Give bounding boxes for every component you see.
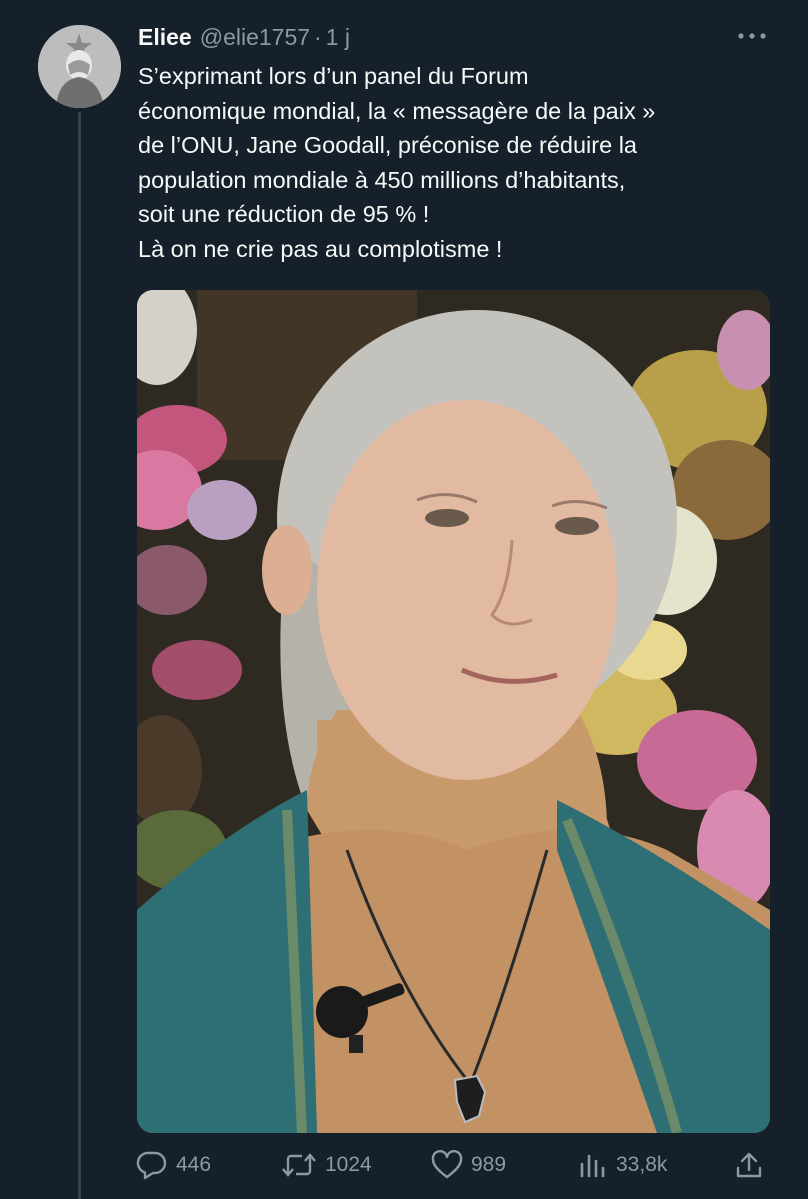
thread-connector-line (78, 112, 81, 1199)
share-button[interactable] (734, 1145, 764, 1185)
views-count: 33,8k (616, 1153, 668, 1176)
tweet-text: S’exprimant lors d’un panel du Forum éco… (138, 59, 778, 266)
retweet-icon (281, 1150, 317, 1180)
views-button[interactable]: 33,8k (578, 1145, 667, 1185)
retweet-button[interactable]: 1024 (281, 1145, 372, 1185)
tweet-text-line: Là on ne crie pas au complotisme ! (138, 235, 503, 262)
tweet-header: Eliee @elie1757 · 1 j (138, 20, 738, 54)
author-name[interactable]: Eliee (138, 24, 192, 51)
tweet-text-line: population mondiale à 450 millions d’hab… (138, 166, 626, 193)
reply-count: 446 (176, 1153, 212, 1176)
views-bar-chart-icon (578, 1150, 608, 1180)
tweet-text-line: de l’ONU, Jane Goodall, préconise de réd… (138, 132, 637, 158)
tweet-actions-bar: 446 1024 989 33,8k (136, 1145, 776, 1185)
reply-button[interactable]: 446 (136, 1145, 211, 1185)
avatar[interactable] (38, 25, 121, 108)
reply-bubble-icon (136, 1150, 168, 1180)
tweet-photo[interactable] (137, 290, 770, 1133)
dot-separator: · (314, 23, 322, 50)
author-handle[interactable]: @elie1757 (200, 24, 310, 51)
heart-icon (431, 1150, 463, 1180)
retweet-count: 1024 (325, 1153, 372, 1176)
tweet-text-line: S’exprimant lors d’un panel du Forum (138, 63, 529, 89)
tweet-text-line: économique mondial, la « messagère de la… (138, 97, 656, 124)
like-button[interactable]: 989 (431, 1145, 506, 1185)
like-count: 989 (471, 1153, 507, 1176)
timestamp[interactable]: 1 j (326, 24, 350, 51)
tweet-text-line: soit une réduction de 95 % ! (138, 201, 430, 227)
more-horizontal-icon[interactable] (734, 26, 770, 46)
share-upload-icon (734, 1150, 764, 1180)
